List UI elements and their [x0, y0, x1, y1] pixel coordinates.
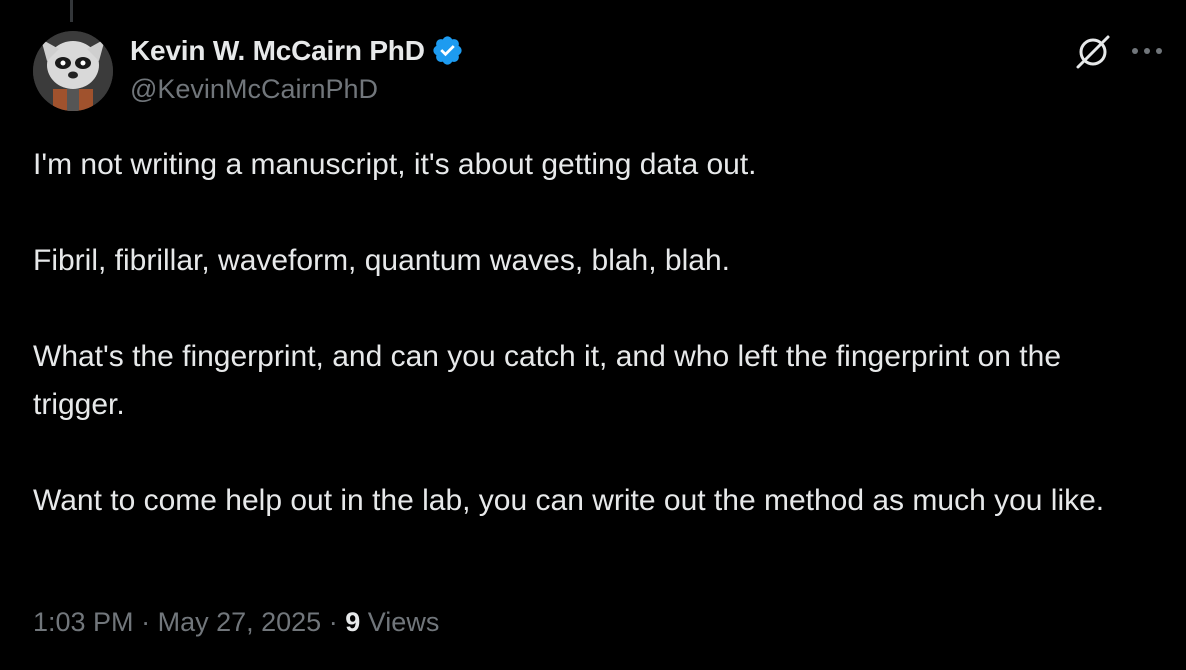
meta-separator: · [328, 607, 338, 637]
verified-badge-icon[interactable] [431, 34, 464, 67]
author-name-row[interactable]: Kevin W. McCairn PhD [130, 34, 464, 67]
avatar-image [33, 31, 113, 111]
tweet-paragraph: I'm not writing a manuscript, it's about… [33, 148, 757, 181]
tweet-time-link[interactable]: 1:03 PM [33, 607, 134, 637]
thread-connector-line [70, 0, 73, 22]
views-label: Views [367, 607, 440, 637]
tweet-text: I'm not writing a manuscript, it's about… [33, 141, 1148, 525]
more-horizontal-icon[interactable] [1130, 40, 1164, 62]
author-display-name[interactable]: Kevin W. McCairn PhD [130, 35, 425, 67]
avatar[interactable] [33, 31, 113, 111]
tweet-date-link[interactable]: May 27, 2025 [158, 607, 322, 637]
meta-separator: · [141, 607, 151, 637]
author-handle[interactable]: @KevinMcCairnPhD [130, 74, 378, 105]
tweet-paragraph: Fibril, fibrillar, waveform, quantum wav… [33, 244, 730, 277]
tweet-metadata: 1:03 PM · May 27, 2025 · 9 Views [33, 607, 439, 638]
tweet-paragraph: Want to come help out in the lab, you ca… [33, 484, 1105, 517]
grok-icon[interactable] [1074, 33, 1112, 71]
views-count: 9 [345, 607, 361, 637]
tweet-paragraph: What's the fingerprint, and can you catc… [33, 340, 1061, 421]
